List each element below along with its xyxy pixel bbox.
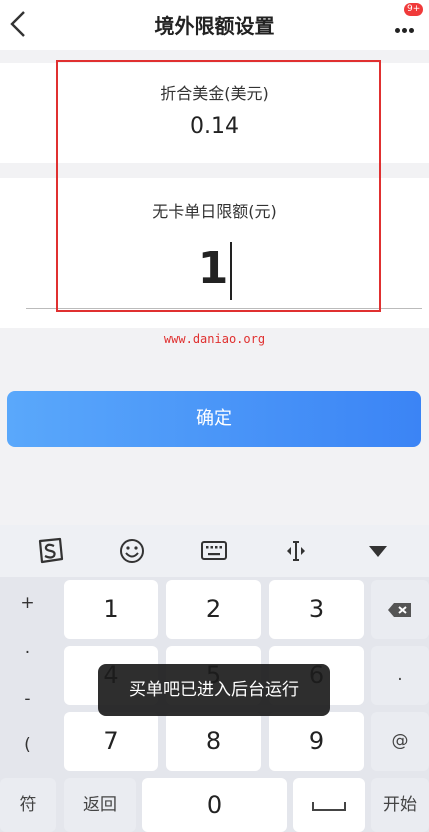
key-0[interactable]: 0 [142, 778, 287, 832]
dot-key[interactable]: . [371, 646, 429, 705]
header: 境外限额设置 9+ [0, 0, 429, 50]
toast-message: 买单吧已进入后台运行 [98, 664, 330, 716]
symbol-key-dot[interactable]: · [0, 643, 55, 663]
page-title: 境外限额设置 [154, 14, 275, 38]
emoji-icon[interactable] [115, 535, 149, 567]
key-1[interactable]: 1 [64, 580, 158, 639]
at-key[interactable]: @ [371, 712, 429, 771]
keyboard-icon[interactable] [197, 535, 231, 567]
key-9[interactable]: 9 [269, 712, 364, 771]
key-3[interactable]: 3 [269, 580, 364, 639]
space-key[interactable] [293, 778, 365, 832]
symbols-key[interactable]: 符 [0, 778, 56, 832]
cursor-move-icon[interactable] [279, 535, 313, 567]
delete-key[interactable] [371, 580, 429, 639]
space-icon [312, 802, 346, 811]
sogou-logo-icon[interactable] [32, 535, 66, 567]
more-menu-button[interactable]: 9+ [393, 3, 424, 40]
back-key[interactable]: 返回 [64, 778, 136, 832]
highlight-box [56, 60, 381, 312]
keyboard-toolbar [0, 525, 429, 577]
notification-badge: 9+ [404, 3, 424, 16]
key-8[interactable]: 8 [166, 712, 261, 771]
collapse-keyboard-icon[interactable] [361, 535, 395, 567]
start-key[interactable]: 开始 [371, 778, 429, 832]
watermark-text: www.daniao.org [163, 332, 266, 346]
key-2[interactable]: 2 [166, 580, 261, 639]
symbol-key-minus[interactable]: - [0, 689, 55, 709]
backspace-icon [388, 603, 411, 617]
confirm-button[interactable]: 确定 [7, 391, 421, 447]
symbol-key-plus[interactable]: + [0, 593, 55, 613]
key-7[interactable]: 7 [64, 712, 158, 771]
more-dots-icon [395, 18, 416, 37]
symbol-key-paren[interactable]: ( [0, 735, 55, 755]
